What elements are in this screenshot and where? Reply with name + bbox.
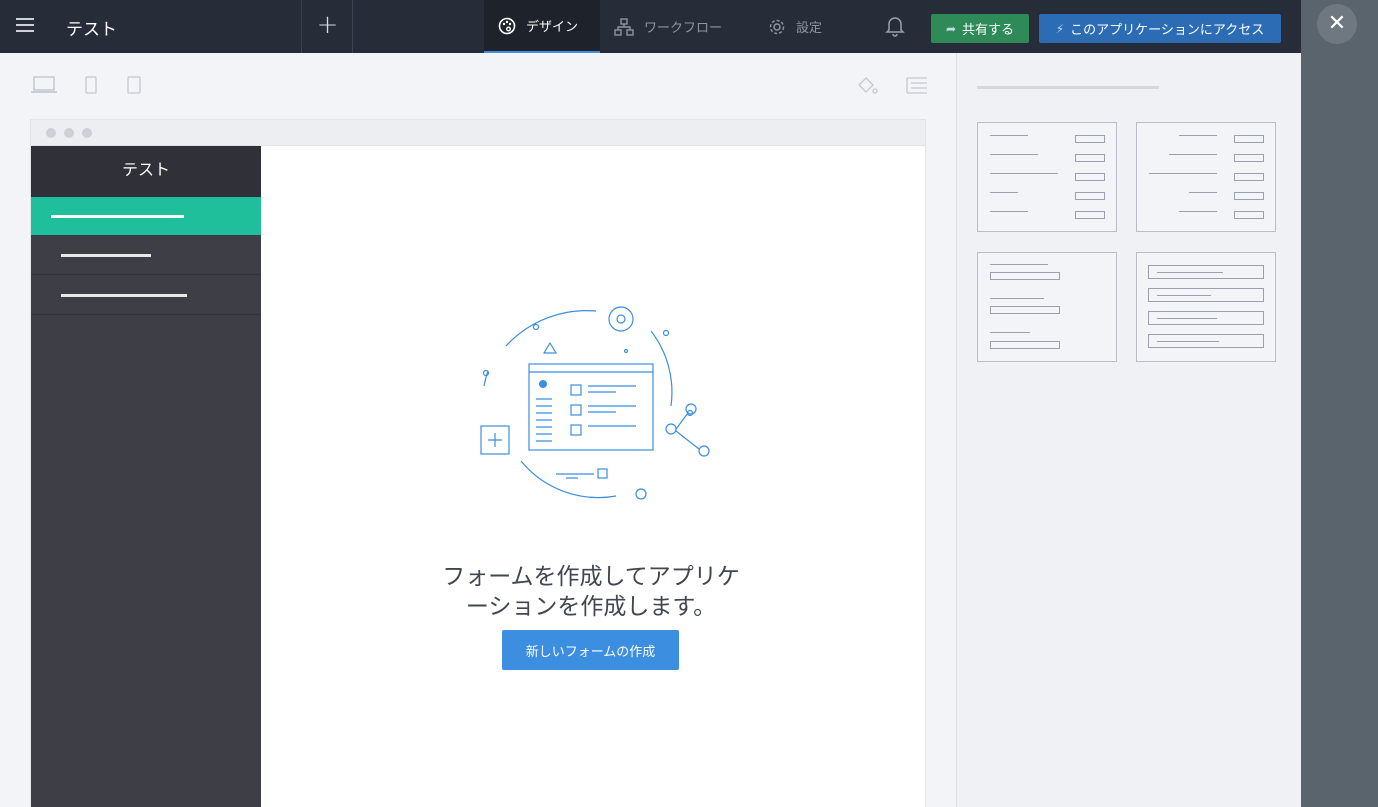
window-dot: [46, 128, 56, 138]
layout-option-right-labels[interactable]: [1136, 122, 1276, 232]
preview-menu-item-active: [31, 197, 261, 235]
empty-state: フォームを作成してアプリケ ーションを作成します。 新しいフォームの作成: [261, 146, 926, 807]
share-arrow-icon: ➦: [945, 21, 957, 36]
preview-titlebar: [31, 120, 925, 146]
preview-menu-item: [31, 235, 261, 275]
layout-panel: [956, 53, 1301, 807]
share-button[interactable]: ➦ 共有する: [931, 14, 1029, 43]
top-bar: テスト + デザイン ワークフロー 設定 ➦ 共有する ⚡ このアプリケーション…: [0, 0, 1301, 53]
tab-workflow-label: ワークフロー: [644, 21, 723, 36]
hamburger-menu-icon[interactable]: [16, 18, 34, 32]
share-button-label: 共有する: [962, 23, 1015, 38]
empty-message: フォームを作成してアプリケ ーションを作成します。: [261, 562, 921, 622]
tab-workflow[interactable]: ワークフロー: [600, 0, 740, 53]
add-button[interactable]: +: [302, 0, 353, 53]
access-app-button[interactable]: ⚡ このアプリケーションにアクセス: [1039, 14, 1281, 43]
window-dot: [82, 128, 92, 138]
desktop-view-icon[interactable]: [31, 76, 57, 94]
close-button[interactable]: ✕: [1317, 4, 1357, 44]
palette-icon: [498, 17, 516, 34]
create-form-button[interactable]: 新しいフォームの作成: [502, 630, 679, 670]
preview-menu-item: [31, 275, 261, 315]
divider: [352, 0, 353, 53]
layout-settings-icon[interactable]: [906, 76, 928, 96]
tab-settings-label: 設定: [796, 21, 823, 36]
close-icon: ✕: [1327, 11, 1347, 36]
empty-message-line2: ーションを作成します。: [465, 594, 717, 620]
paint-bucket-icon[interactable]: [856, 76, 878, 96]
app-designer: テスト + デザイン ワークフロー 設定 ➦ 共有する ⚡ このアプリケーション…: [0, 0, 1301, 807]
access-app-button-label: このアプリケーションにアクセス: [1070, 23, 1265, 38]
plus-icon: +: [316, 10, 339, 40]
preview-app-name: テスト: [31, 146, 261, 197]
layout-option-inline-labels[interactable]: [1136, 252, 1276, 362]
mobile-view-icon[interactable]: [85, 76, 97, 94]
gear-icon: [769, 19, 785, 34]
form-illustration-icon: [480, 306, 710, 500]
app-title: テスト: [66, 20, 117, 40]
layout-option-left-labels[interactable]: [977, 122, 1117, 232]
tablet-view-icon[interactable]: [127, 76, 141, 94]
panel-heading-placeholder: [977, 86, 1159, 89]
lightning-icon: ⚡: [1055, 21, 1065, 36]
bell-icon[interactable]: [885, 15, 905, 37]
preview-sidebar: テスト: [31, 146, 261, 807]
window-dot: [64, 128, 74, 138]
empty-message-line1: フォームを作成してアプリケ: [442, 564, 740, 590]
app-preview: テスト フォームを作成してアプリケ ーションを作成します。 新しいフォームの作成: [30, 119, 926, 807]
layout-option-top-labels[interactable]: [977, 252, 1117, 362]
tab-design-label: デザイン: [526, 20, 579, 35]
modal-backdrop: [1301, 0, 1378, 807]
tab-settings[interactable]: 設定: [754, 0, 844, 53]
workflow-icon: [614, 17, 634, 36]
tab-design[interactable]: デザイン: [484, 0, 600, 53]
